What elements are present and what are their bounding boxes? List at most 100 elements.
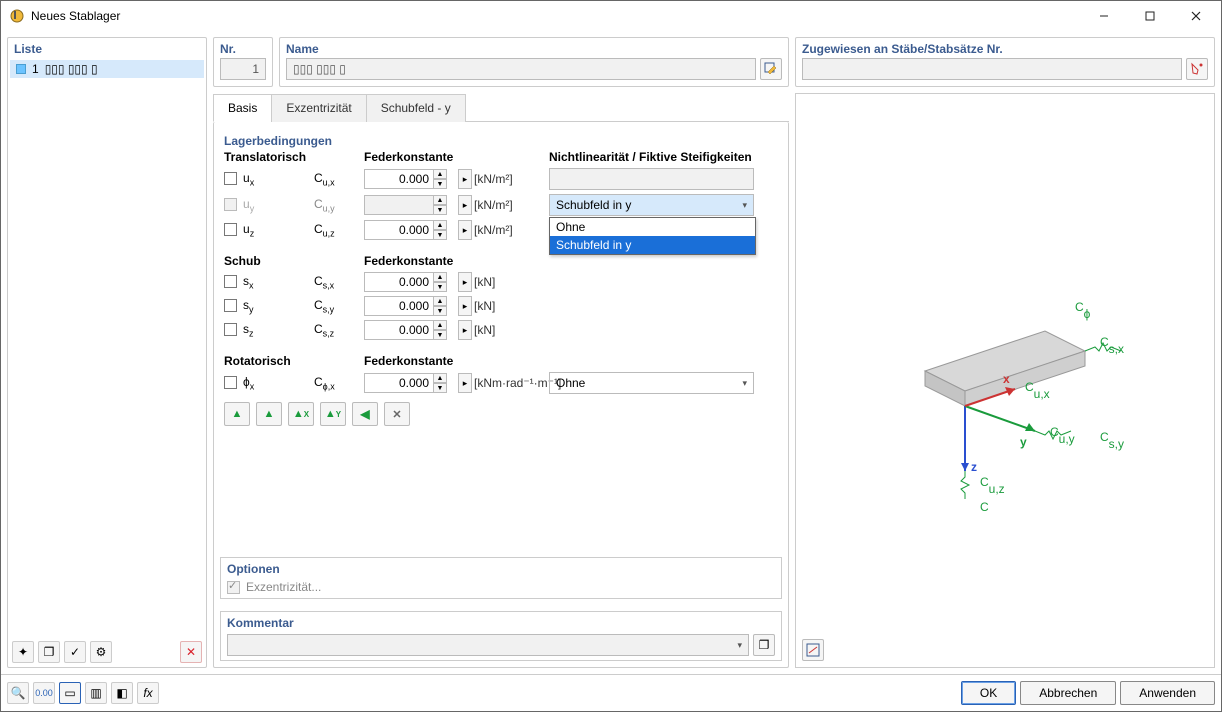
combo-uy-option-schubfeld[interactable]: Schubfeld in y: [550, 236, 755, 254]
nr-field[interactable]: 1: [220, 58, 266, 80]
list-item-label: ▯▯▯ ▯▯▯ ▯: [45, 62, 98, 76]
minimize-button[interactable]: [1081, 1, 1127, 31]
fx-button[interactable]: fx: [137, 682, 159, 704]
unit-cphix: [kNm·rad⁻¹·m⁻¹]: [474, 376, 549, 390]
combo-phix-value: Ohne: [556, 376, 585, 390]
input-cuz[interactable]: [364, 220, 434, 240]
preset-cross-button[interactable]: ✕: [384, 402, 410, 426]
chk-exzentrizitaet: [227, 581, 240, 594]
chk-sy[interactable]: [224, 299, 237, 312]
chevron-down-icon: ▾: [742, 200, 747, 211]
hdr-federkonstante-2: Federkonstante: [364, 254, 549, 268]
spin-csx[interactable]: ▲▼: [433, 272, 447, 292]
view1-button[interactable]: ▭: [59, 682, 81, 704]
label-uy: uy: [243, 197, 254, 213]
list-item-color-icon: [16, 64, 26, 74]
maximize-button[interactable]: [1127, 1, 1173, 31]
combo-ux-nonlin: [549, 168, 754, 190]
expand-csz[interactable]: ▸: [458, 320, 472, 340]
chk-sx[interactable]: [224, 275, 237, 288]
spin-csz[interactable]: ▲▼: [433, 320, 447, 340]
input-csz[interactable]: [364, 320, 434, 340]
pick-members-button[interactable]: [1186, 58, 1208, 80]
name-title: Name: [280, 38, 788, 58]
tab-exzentrizitaet[interactable]: Exzentrizität: [271, 94, 366, 122]
unit-cux: [kN/m²]: [474, 172, 549, 186]
label-exzentrizitaet: Exzentrizität...: [246, 580, 321, 594]
kommentar-combo[interactable]: ▾: [227, 634, 749, 656]
svg-text:y: y: [1020, 435, 1027, 449]
section-lagerbedingungen: Lagerbedingungen: [224, 134, 778, 148]
svg-text:x: x: [1003, 372, 1010, 386]
hdr-rotatorisch: Rotatorisch: [224, 354, 314, 368]
expand-csx[interactable]: ▸: [458, 272, 472, 292]
expand-csy[interactable]: ▸: [458, 296, 472, 316]
view2-button[interactable]: ▥: [85, 682, 107, 704]
chevron-down-icon: ▾: [742, 378, 747, 389]
preset-y-button[interactable]: ▲Y: [320, 402, 346, 426]
help-button[interactable]: 🔍: [7, 682, 29, 704]
speaker-icon: ◀: [360, 407, 369, 421]
preview-settings-button[interactable]: [802, 639, 824, 661]
assign-title: Zugewiesen an Stäbe/Stabsätze Nr.: [796, 38, 1214, 58]
expand-cuy[interactable]: ▸: [458, 195, 472, 215]
combo-uy-option-ohne[interactable]: Ohne: [550, 218, 755, 236]
view3-button[interactable]: ◧: [111, 682, 133, 704]
section-optionen: Optionen: [227, 562, 775, 576]
spin-csy[interactable]: ▲▼: [433, 296, 447, 316]
chk-uz[interactable]: [224, 223, 237, 236]
svg-text:Cϕ: Cϕ: [1075, 300, 1091, 321]
section-kommentar: Kommentar: [227, 616, 775, 630]
input-csy[interactable]: [364, 296, 434, 316]
expand-cux[interactable]: ▸: [458, 169, 472, 189]
cancel-button[interactable]: Abbrechen: [1020, 681, 1116, 705]
list-item[interactable]: 1 ▯▯▯ ▯▯▯ ▯: [10, 60, 204, 78]
spin-cphix[interactable]: ▲▼: [433, 373, 447, 393]
preset-x-button[interactable]: ▲X: [288, 402, 314, 426]
assign-field[interactable]: [802, 58, 1182, 80]
hdr-translatorisch: Translatorisch: [224, 150, 314, 164]
check-button[interactable]: ✓: [64, 641, 86, 663]
svg-text:Cs,x: Cs,x: [1100, 335, 1124, 356]
combo-uy-dropdown: Ohne Schubfeld in y: [549, 217, 756, 255]
chk-ux[interactable]: [224, 172, 237, 185]
new-item-button[interactable]: ✦: [12, 641, 34, 663]
input-cphix[interactable]: [364, 373, 434, 393]
delete-button[interactable]: ✕: [180, 641, 202, 663]
expand-cuz[interactable]: ▸: [458, 220, 472, 240]
tab-schubfeld-y[interactable]: Schubfeld - y: [366, 94, 466, 122]
chk-phix[interactable]: [224, 376, 237, 389]
input-cux[interactable]: [364, 169, 434, 189]
kommentar-library-button[interactable]: ❐: [753, 634, 775, 656]
c-sz: Cs,z: [314, 322, 364, 338]
assign-panel: Zugewiesen an Stäbe/Stabsätze Nr.: [795, 37, 1215, 87]
expand-cphix[interactable]: ▸: [458, 373, 472, 393]
apply-button[interactable]: Anwenden: [1120, 681, 1215, 705]
list-panel: Liste 1 ▯▯▯ ▯▯▯ ▯ ✦ ❐ ✓ ⚙ ✕: [7, 37, 207, 668]
settings-button[interactable]: ⚙: [90, 641, 112, 663]
combo-uy-value: Schubfeld in y: [556, 198, 631, 212]
ok-button[interactable]: OK: [961, 681, 1016, 705]
input-cuy: [364, 195, 434, 215]
spin-cux[interactable]: ▲▼: [433, 169, 447, 189]
nr-title: Nr.: [214, 38, 272, 58]
preset-1-button[interactable]: ▲: [224, 402, 250, 426]
c-sx: Cs,x: [314, 274, 364, 290]
search-icon: 🔍: [11, 686, 26, 700]
combo-uy-nonlin[interactable]: Schubfeld in y ▾ Ohne Schubfeld in y: [549, 194, 754, 216]
combo-phix-nonlin[interactable]: Ohne ▾: [549, 372, 754, 394]
unit-cuz: [kN/m²]: [474, 223, 549, 237]
hdr-schub: Schub: [224, 254, 314, 268]
spin-cuz[interactable]: ▲▼: [433, 220, 447, 240]
input-csx[interactable]: [364, 272, 434, 292]
chk-sz[interactable]: [224, 323, 237, 336]
preset-2-button[interactable]: ▲: [256, 402, 282, 426]
name-field[interactable]: ▯▯▯ ▯▯▯ ▯: [286, 58, 756, 80]
unit-cuy: [kN/m²]: [474, 198, 549, 212]
units-button[interactable]: 0.00: [33, 682, 55, 704]
edit-name-button[interactable]: [760, 58, 782, 80]
copy-item-button[interactable]: ❐: [38, 641, 60, 663]
preset-sound-button[interactable]: ◀: [352, 402, 378, 426]
tab-basis[interactable]: Basis: [213, 94, 272, 122]
close-button[interactable]: [1173, 1, 1219, 31]
